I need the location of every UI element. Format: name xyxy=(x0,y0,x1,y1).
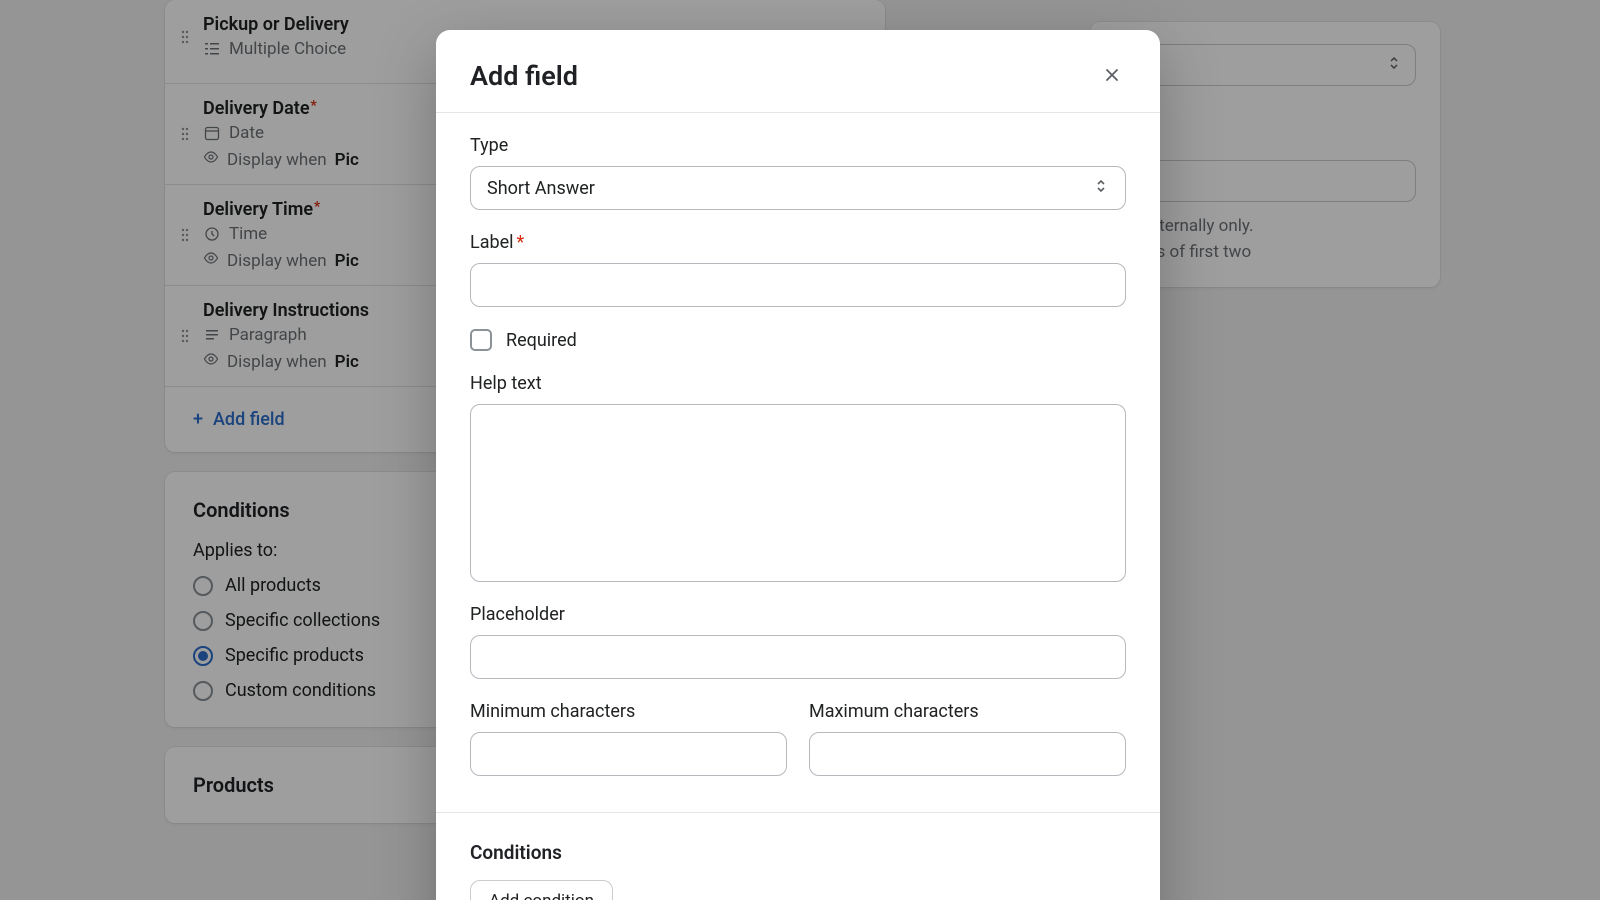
type-field: Type Short Answer xyxy=(470,135,1126,210)
max-chars-field: Maximum characters xyxy=(809,701,1126,776)
close-icon xyxy=(1105,67,1119,86)
placeholder-field: Placeholder xyxy=(470,604,1126,679)
placeholder-label: Placeholder xyxy=(470,604,1126,625)
select-chevrons-icon xyxy=(1095,178,1109,199)
label-input[interactable] xyxy=(470,263,1126,307)
add-field-modal: Add field Type Short Answer Label* xyxy=(436,30,1160,900)
type-label: Type xyxy=(470,135,1126,156)
required-label: Required xyxy=(506,330,577,351)
add-condition-button[interactable]: Add condition xyxy=(470,880,613,900)
min-chars-input[interactable] xyxy=(470,732,787,776)
required-star-icon: * xyxy=(517,232,525,253)
min-chars-label: Minimum characters xyxy=(470,701,787,722)
help-text-field: Help text xyxy=(470,373,1126,582)
max-chars-input[interactable] xyxy=(809,732,1126,776)
close-button[interactable] xyxy=(1098,62,1126,90)
checkbox-icon xyxy=(470,329,492,351)
required-checkbox-row[interactable]: Required xyxy=(470,329,1126,351)
help-text-input[interactable] xyxy=(470,404,1126,582)
modal-conditions-section: Conditions Add condition xyxy=(436,821,1160,900)
modal-title: Add field xyxy=(470,60,578,92)
help-text-label: Help text xyxy=(470,373,1126,394)
divider xyxy=(436,812,1160,813)
modal-header: Add field xyxy=(436,30,1160,113)
placeholder-input[interactable] xyxy=(470,635,1126,679)
min-chars-field: Minimum characters xyxy=(470,701,787,776)
type-value: Short Answer xyxy=(487,178,595,199)
label-field: Label* xyxy=(470,232,1126,307)
max-chars-label: Maximum characters xyxy=(809,701,1126,722)
conditions-heading: Conditions xyxy=(470,841,1126,864)
label-label: Label* xyxy=(470,232,1126,253)
type-select[interactable]: Short Answer xyxy=(470,166,1126,210)
